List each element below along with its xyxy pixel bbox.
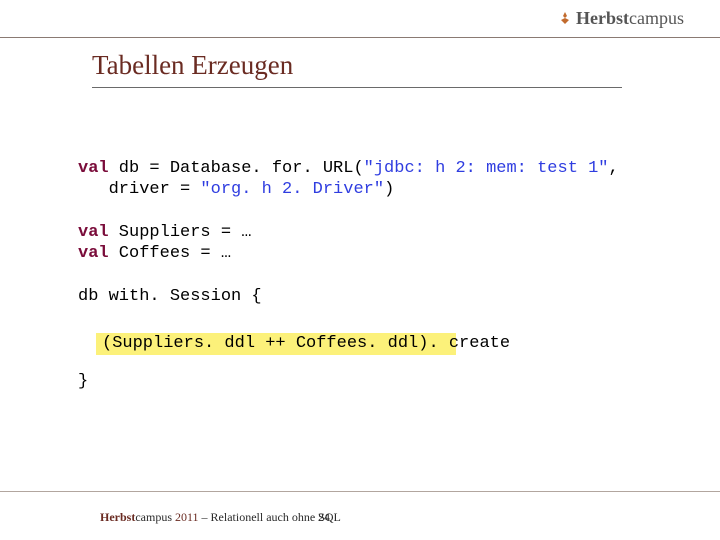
- keyword-val: val: [78, 244, 109, 263]
- code-text: driver =: [78, 180, 200, 199]
- top-bar: Herbstcampus: [0, 0, 720, 38]
- code-text: ,: [609, 159, 619, 178]
- brand-last: campus: [629, 8, 684, 28]
- code-text: db = Database. for. URL(: [109, 159, 364, 178]
- highlighted-code: (Suppliers. ddl ++ Coffees. ddl). create: [102, 334, 510, 353]
- footer-year: 2011: [175, 510, 199, 524]
- brand-first: Herbst: [576, 8, 629, 28]
- code-text: ): [384, 180, 394, 199]
- code-text: }: [78, 372, 88, 391]
- footer-bar: Herbstcampus 2011 – Relationell auch ohn…: [0, 491, 720, 492]
- code-text: db with. Session {: [78, 287, 262, 306]
- slide: Herbstcampus Tabellen Erzeugen val db = …: [0, 0, 720, 540]
- footer-text: Herbstcampus 2011 – Relationell auch ohn…: [100, 510, 341, 525]
- string-literal: "jdbc: h 2: mem: test 1": [364, 159, 609, 178]
- code-text: Suppliers = …: [109, 223, 252, 242]
- title-block: Tabellen Erzeugen: [92, 50, 622, 88]
- code-block: val db = Database. for. URL("jdbc: h 2: …: [78, 158, 619, 392]
- keyword-val: val: [78, 159, 109, 178]
- slide-title: Tabellen Erzeugen: [92, 50, 622, 81]
- page-number: 24: [318, 510, 330, 525]
- brand-logo: Herbstcampus: [558, 8, 684, 29]
- string-literal: "org. h 2. Driver": [200, 180, 384, 199]
- title-underline: [92, 87, 622, 88]
- code-text: Coffees = …: [109, 244, 231, 263]
- keyword-val: val: [78, 223, 109, 242]
- footer-brand-first: Herbst: [100, 510, 135, 524]
- leaf-icon: [558, 9, 572, 23]
- footer-brand-last: campus: [135, 510, 175, 524]
